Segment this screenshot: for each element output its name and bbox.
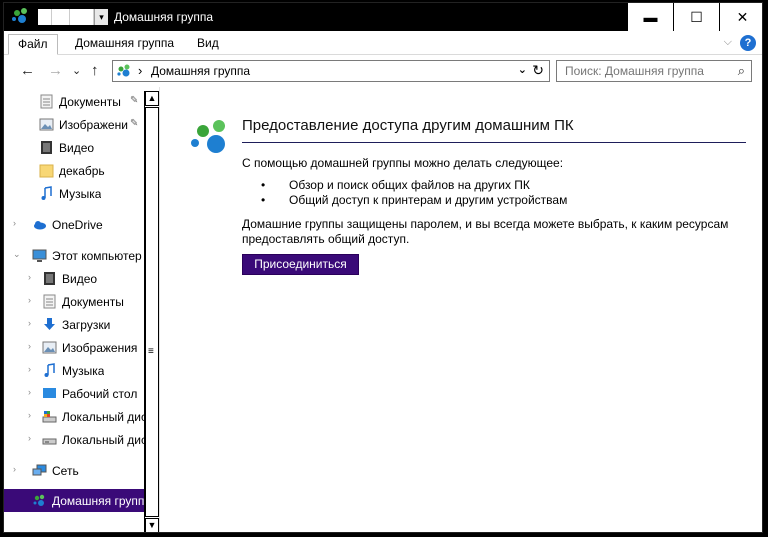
page-title: Предоставление доступа другим домашним П… xyxy=(242,117,574,134)
collapse-chevron-icon[interactable]: ⌄ xyxy=(13,249,21,260)
nav-item-pc-music[interactable]: › Музыка xyxy=(4,359,144,382)
feature-list: Обзор и поиск общих файлов на других ПК … xyxy=(261,178,567,208)
nav-item-pc-video[interactable]: › Видео xyxy=(4,267,144,290)
qat-checkbox-button[interactable] xyxy=(52,9,70,25)
nav-item-documents-pinned[interactable]: Документы ✎ xyxy=(4,90,144,113)
nav-item-december[interactable]: декабрь xyxy=(4,159,144,182)
expand-chevron-icon[interactable]: › xyxy=(28,318,31,328)
description-text: Домашние группы защищены паролем, и вы в… xyxy=(242,217,729,246)
minimize-button[interactable]: ▬ xyxy=(627,3,673,31)
breadcrumb-separator[interactable]: › xyxy=(138,63,142,78)
search-input[interactable] xyxy=(565,64,725,78)
expand-chevron-icon[interactable]: › xyxy=(28,410,31,420)
tab-homegroup[interactable]: Домашняя группа xyxy=(66,34,183,55)
nav-item-video[interactable]: Видео xyxy=(4,136,144,159)
folder-icon xyxy=(39,164,54,178)
scroll-up-icon[interactable]: ▲ xyxy=(145,91,159,106)
documents-icon xyxy=(43,294,56,309)
quick-access-toolbar: ▾ xyxy=(38,9,108,25)
recent-locations-button[interactable]: ⌄ xyxy=(72,64,81,77)
nav-item-pc-downloads[interactable]: › Загрузки xyxy=(4,313,144,336)
nav-item-pc-desktop[interactable]: › Рабочий стол xyxy=(4,382,144,405)
window-title: Домашняя группа xyxy=(114,10,214,24)
address-dropdown-button[interactable]: ⌄ xyxy=(518,63,527,76)
nav-item-pictures-pinned[interactable]: Изображени ✎ xyxy=(4,113,144,136)
ribbon-expand-chevron-icon[interactable]: ⌵ xyxy=(724,36,732,49)
address-bar[interactable]: › Домашняя группа ⌄ ↻ xyxy=(112,60,550,82)
nav-item-onedrive[interactable]: › OneDrive xyxy=(4,213,144,236)
scroll-down-icon[interactable]: ▼ xyxy=(145,518,159,532)
nav-item-homegroup[interactable]: Домашняя групп xyxy=(4,489,144,512)
maximize-button[interactable]: ☐ xyxy=(673,3,719,31)
video-icon xyxy=(44,272,55,285)
explorer-window: ▾ Домашняя группа ▬ ☐ ✕ Файл Домашняя гр… xyxy=(3,2,763,533)
refresh-button[interactable]: ↻ xyxy=(532,62,544,79)
join-button[interactable]: Присоединиться xyxy=(242,254,359,275)
nav-item-pc-documents[interactable]: › Документы xyxy=(4,290,144,313)
navigation-pane: Документы ✎ Изображени ✎ Видео декабрь М… xyxy=(4,87,160,532)
close-button[interactable]: ✕ xyxy=(719,3,762,31)
drive-icon xyxy=(42,438,57,445)
qat-properties-button[interactable] xyxy=(38,9,52,25)
expand-chevron-icon[interactable]: › xyxy=(28,387,31,397)
breadcrumb-homegroup[interactable]: Домашняя группа xyxy=(151,64,250,78)
expand-chevron-icon[interactable]: › xyxy=(13,218,16,228)
back-button[interactable]: ← xyxy=(20,62,35,79)
qat-new-folder-button[interactable] xyxy=(70,9,94,25)
network-icon xyxy=(32,464,47,476)
tab-view[interactable]: Вид xyxy=(188,34,228,55)
expand-chevron-icon[interactable]: › xyxy=(28,341,31,351)
ribbon-tabs: Файл Домашняя группа Вид ⌵ ? xyxy=(4,31,762,55)
title-bar[interactable]: ▾ Домашняя группа ▬ ☐ ✕ xyxy=(4,3,762,31)
expand-chevron-icon[interactable]: › xyxy=(28,272,31,282)
homegroup-icon xyxy=(12,8,27,23)
homegroup-icon xyxy=(117,64,130,77)
drive-c-icon xyxy=(42,411,57,423)
search-icon[interactable]: ⌕ xyxy=(738,63,745,79)
downloads-icon xyxy=(44,318,55,330)
computer-icon xyxy=(32,249,47,262)
music-icon xyxy=(41,186,52,200)
nav-item-network[interactable]: › Сеть xyxy=(4,459,144,482)
nav-item-pc-pictures[interactable]: › Изображения xyxy=(4,336,144,359)
pin-icon: ✎ xyxy=(130,118,139,129)
music-icon xyxy=(44,363,55,377)
homegroup-icon xyxy=(33,494,45,506)
nav-item-pc-local-disk-c[interactable]: › Локальный дис xyxy=(4,405,144,428)
video-icon xyxy=(41,141,52,154)
intro-text: С помощью домашней группы можно делать с… xyxy=(242,156,564,170)
expand-chevron-icon[interactable]: › xyxy=(28,433,31,443)
heading-divider xyxy=(242,142,746,143)
nav-item-music[interactable]: Музыка xyxy=(4,182,144,205)
expand-chevron-icon[interactable]: › xyxy=(28,295,31,305)
onedrive-icon xyxy=(34,221,46,230)
address-toolbar: ← → ⌄ ↑ › Домашняя группа ⌄ ↻ ⌕ xyxy=(4,55,762,87)
up-button[interactable]: ↑ xyxy=(91,62,99,79)
expand-chevron-icon[interactable]: › xyxy=(13,464,16,474)
scrollbar-thumb[interactable]: ≡ xyxy=(145,107,159,517)
list-item: Общий доступ к принтерам и другим устрой… xyxy=(261,193,567,208)
pin-icon: ✎ xyxy=(130,95,139,106)
forward-button[interactable]: → xyxy=(48,62,63,79)
help-icon[interactable]: ? xyxy=(740,35,756,51)
pictures-icon xyxy=(39,118,54,131)
nav-pane-scrollbar[interactable]: ▲ ≡ ▼ xyxy=(144,91,159,532)
list-item: Обзор и поиск общих файлов на других ПК xyxy=(261,178,567,193)
documents-icon xyxy=(40,94,53,109)
desktop-icon xyxy=(43,388,56,398)
scrollbar-grip-icon: ≡ xyxy=(148,346,154,357)
search-box[interactable]: ⌕ xyxy=(556,60,752,82)
homegroup-large-icon xyxy=(191,120,225,153)
tab-file[interactable]: Файл xyxy=(8,34,58,55)
qat-dropdown-button[interactable]: ▾ xyxy=(94,9,108,25)
nav-item-this-pc[interactable]: ⌄ Этот компьютер xyxy=(4,244,144,267)
expand-chevron-icon[interactable]: › xyxy=(28,364,31,374)
nav-item-pc-local-disk[interactable]: › Локальный дис xyxy=(4,428,144,451)
homegroup-content: Предоставление доступа другим домашним П… xyxy=(161,87,762,532)
pictures-icon xyxy=(42,341,57,354)
